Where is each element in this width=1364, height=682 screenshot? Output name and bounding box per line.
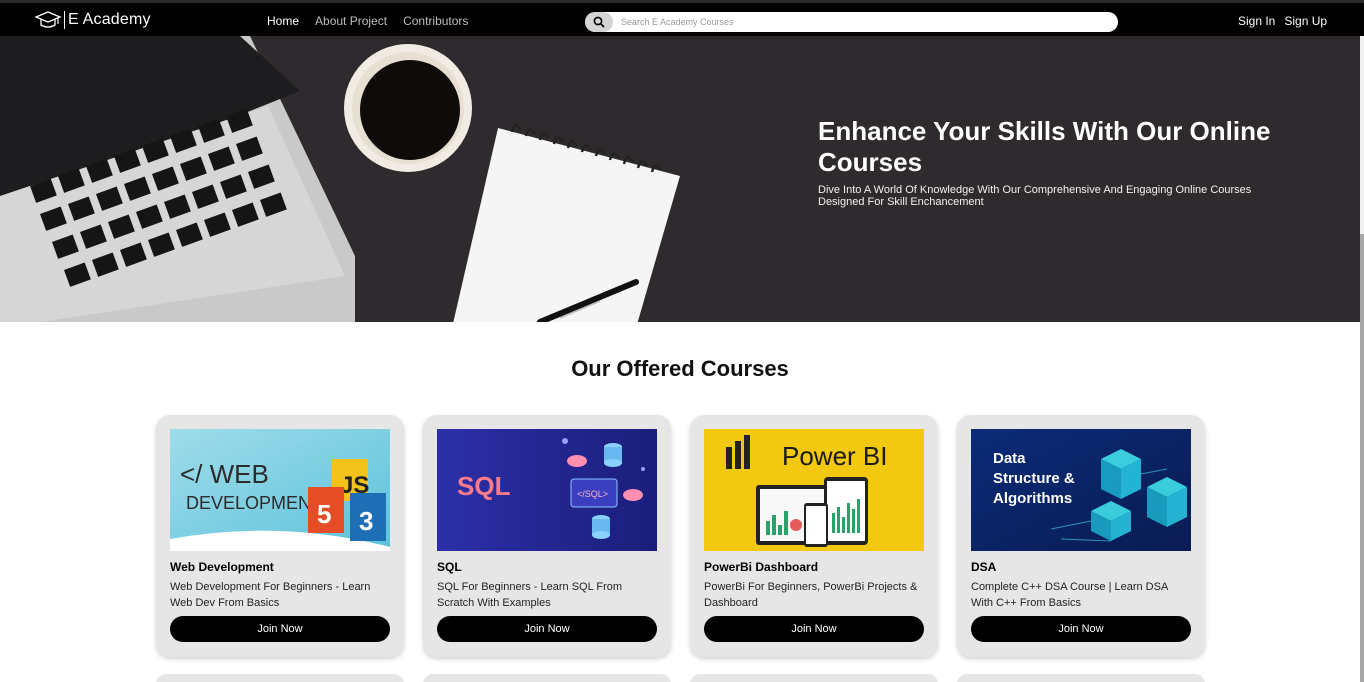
sql-course-image: SQL </SQL>	[437, 429, 657, 551]
search-input[interactable]	[613, 12, 1118, 32]
sql-image-tag: </SQL>	[577, 489, 608, 499]
search-icon	[593, 16, 605, 28]
dsa-image-line2: Structure &	[993, 470, 1075, 487]
sign-up-link[interactable]: Sign Up	[1284, 14, 1327, 28]
dsa-image-line1: Data	[993, 450, 1026, 467]
course-description: Complete C++ DSA Course | Learn DSA With…	[971, 581, 1168, 609]
navbar: E Academy Home About Project Contributor…	[0, 0, 1364, 36]
course-card-partial	[423, 674, 671, 682]
course-description: SQL For Beginners - Learn SQL From Scrat…	[437, 581, 623, 609]
join-now-button[interactable]: Join Now	[170, 616, 390, 642]
course-card-partial	[690, 674, 938, 682]
courses-heading: Our Offered Courses	[571, 356, 789, 381]
sign-in-link[interactable]: Sign In	[1238, 14, 1275, 28]
sql-image-text: SQL	[457, 471, 511, 501]
course-title: DSA	[971, 560, 997, 574]
search-bar	[585, 12, 1118, 32]
course-card-partial	[957, 674, 1205, 682]
web-image-line1: </ WEB	[180, 459, 269, 489]
hero-image	[0, 36, 680, 322]
course-card-web-development: </ WEB DEVELOPMENT> JS 5 3 Web Developme…	[156, 415, 404, 657]
course-card-partial	[156, 674, 404, 682]
hero-subtitle: Dive Into A World Of Knowledge With Our …	[818, 184, 1252, 208]
powerbi-course-image: Power BI	[704, 429, 924, 551]
search-button[interactable]	[585, 12, 613, 32]
powerbi-image-text: Power BI	[782, 441, 888, 471]
course-card-dsa: Data Structure & Algorithms DSA Complete…	[957, 415, 1205, 657]
svg-text:3: 3	[359, 506, 373, 536]
nav-link-about-project[interactable]: About Project	[315, 14, 387, 28]
graduation-cap-icon	[34, 11, 62, 28]
hero-banner: Enhance Your Skills With Our Online Cour…	[0, 36, 1360, 322]
page: E Academy Home About Project Contributor…	[0, 0, 1364, 682]
nav-link-contributors[interactable]: Contributors	[403, 14, 468, 28]
auth-links: Sign In Sign Up	[1238, 3, 1327, 39]
join-now-button[interactable]: Join Now	[704, 616, 924, 642]
course-description: Web Development For Beginners - Learn We…	[170, 581, 371, 609]
course-title: SQL	[437, 560, 462, 574]
course-card-powerbi: Power BI PowerBi Dashboard PowerBi For B…	[690, 415, 938, 657]
web-development-course-image: </ WEB DEVELOPMENT> JS 5 3	[170, 429, 390, 551]
join-now-button[interactable]: Join Now	[971, 616, 1191, 642]
course-title: Web Development	[170, 560, 274, 574]
brand-divider	[64, 11, 65, 29]
course-description: PowerBi For Beginners, PowerBi Projects …	[704, 581, 918, 609]
course-title: PowerBi Dashboard	[704, 560, 819, 574]
join-now-button[interactable]: Join Now	[437, 616, 657, 642]
brand-logo[interactable]: E Academy	[34, 8, 151, 32]
nav-link-home[interactable]: Home	[267, 14, 299, 28]
course-card-sql: SQL </SQL> SQL SQL For Beginners - Learn…	[423, 415, 671, 657]
scrollbar-thumb[interactable]	[1360, 234, 1364, 682]
hero-title: Enhance Your Skills With Our Online Cour…	[818, 116, 1271, 177]
nav-links: Home About Project Contributors	[267, 3, 468, 39]
svg-text:5: 5	[317, 499, 331, 529]
dsa-course-image: Data Structure & Algorithms	[971, 429, 1191, 551]
dsa-image-line3: Algorithms	[993, 490, 1072, 507]
brand-name: E Academy	[68, 11, 151, 28]
